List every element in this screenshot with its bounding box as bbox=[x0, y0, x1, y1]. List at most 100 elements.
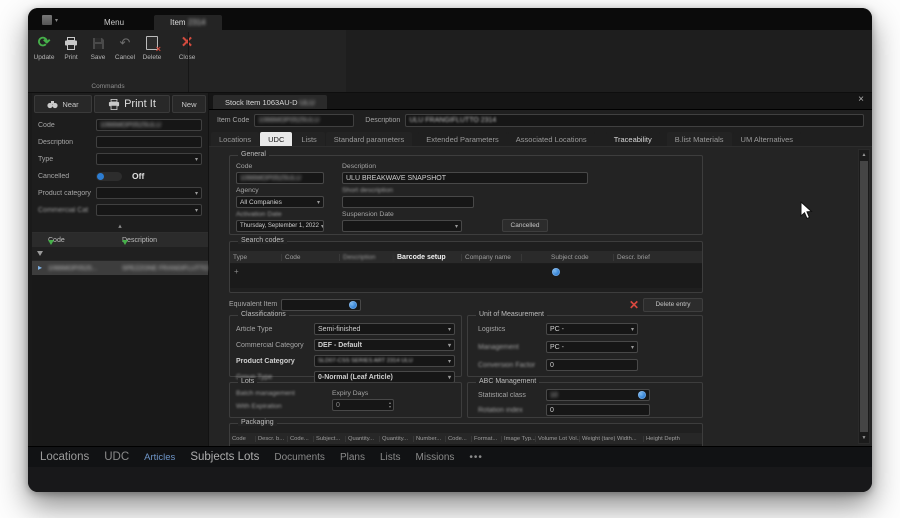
pk-col: Volume Lot Vol... bbox=[538, 435, 580, 442]
activation-date-select[interactable]: Thursday, September 1, 2022 ▾ bbox=[236, 220, 324, 232]
vertical-scrollbar[interactable]: ▲ ▼ bbox=[858, 149, 870, 444]
statistical-class-input[interactable]: 10 bbox=[546, 389, 650, 401]
commercial-category-label: Commercial Category bbox=[236, 341, 304, 349]
product-category-select[interactable]: SLD07-CSS SERIES ART 2314 ULU ▾ bbox=[314, 355, 455, 367]
nav-subjects-lots[interactable]: Subjects Lots bbox=[190, 451, 259, 463]
tab-um-alternatives[interactable]: UM Alternatives bbox=[732, 132, 802, 146]
chevron-down-icon: ▾ bbox=[630, 344, 634, 351]
delete-entry-label: Delete entry bbox=[655, 301, 691, 308]
detail-body: General Code 1066MOP0525ULU Description … bbox=[209, 147, 872, 446]
nav-udc[interactable]: UDC bbox=[104, 451, 129, 463]
row-code: 1066MOP0525... bbox=[48, 264, 98, 272]
packaging-row[interactable]: ▼ bbox=[230, 445, 702, 446]
commercial-category-select[interactable]: DEF - Default ▾ bbox=[314, 339, 455, 351]
app-menu-caret-icon[interactable]: ▾ bbox=[55, 17, 58, 24]
grid-header-code: Code bbox=[48, 236, 65, 244]
lots-abc-row: Lots Batch management With Expiration Ex… bbox=[229, 378, 703, 418]
description-input[interactable] bbox=[96, 136, 202, 148]
scroll-up-icon[interactable]: ▲ bbox=[859, 150, 869, 160]
logistics-select[interactable]: PC - ▾ bbox=[546, 323, 638, 335]
chevron-down-icon: ▾ bbox=[447, 326, 451, 333]
globe-icon[interactable] bbox=[552, 268, 560, 276]
app-menu-icon[interactable] bbox=[42, 15, 52, 25]
chevron-down-icon: ▾ bbox=[194, 156, 198, 163]
cancelled-toggle[interactable] bbox=[96, 171, 122, 181]
pk-col: Descr. b... bbox=[256, 435, 288, 442]
print-it-label: Print It bbox=[124, 98, 156, 110]
document-tab[interactable]: Stock Item 1063AU-D ULU bbox=[213, 95, 327, 109]
add-row-icon[interactable]: + bbox=[234, 267, 239, 276]
ribbon-tab-menu[interactable]: Menu bbox=[88, 15, 140, 30]
commercial-cat-select[interactable]: ▾ bbox=[96, 204, 202, 216]
cancelled-label: Cancelled bbox=[38, 172, 70, 180]
tab-locations[interactable]: Locations bbox=[211, 132, 260, 146]
nav-missions[interactable]: Missions bbox=[416, 452, 455, 463]
general-cancelled-checkbox[interactable]: Cancelled bbox=[502, 219, 548, 232]
suspension-date-select[interactable]: ▾ bbox=[342, 220, 462, 232]
tab-standard-parameters[interactable]: Standard parameters bbox=[325, 132, 413, 146]
code-label: Code bbox=[38, 121, 55, 129]
result-row[interactable]: ▸ 1066MOP0525... SPEZZONE FRANGIFLUTTO U… bbox=[32, 261, 208, 275]
results-grid-filter-row[interactable] bbox=[32, 239, 208, 262]
tab-lists[interactable]: Lists bbox=[293, 132, 325, 146]
agency-select[interactable]: All Companies ▾ bbox=[236, 196, 324, 208]
ribbon-tab-item-redacted: 2314 bbox=[187, 18, 206, 27]
col-barcode-setup: Barcode setup bbox=[394, 253, 462, 261]
nav-locations[interactable]: Locations bbox=[40, 451, 89, 463]
print-it-button[interactable]: Print It bbox=[94, 95, 170, 113]
nav-more-icon[interactable]: ••• bbox=[469, 452, 483, 463]
clear-equivalent-icon[interactable]: ✕ bbox=[629, 299, 639, 311]
management-label: Management bbox=[478, 343, 519, 351]
nav-lists[interactable]: Lists bbox=[380, 452, 401, 463]
nav-documents[interactable]: Documents bbox=[274, 452, 325, 463]
conversion-factor-input[interactable]: 0 bbox=[546, 359, 638, 371]
tab-extended-parameters[interactable]: Extended Parameters bbox=[418, 132, 507, 146]
document-close-icon[interactable]: × bbox=[858, 95, 864, 105]
nav-articles[interactable]: Articles bbox=[144, 452, 175, 463]
globe-icon[interactable] bbox=[638, 391, 646, 399]
equivalent-item-input[interactable] bbox=[281, 298, 362, 311]
general-description-value: ULU BREAKWAVE SNAPSHOT bbox=[346, 174, 446, 182]
code-input[interactable]: 1066MOP0525ULU bbox=[96, 119, 202, 131]
ribbon-tab-item[interactable]: Item 2314 bbox=[154, 15, 222, 30]
item-description-input[interactable]: ULU FRANGIFLUTTO 2314 bbox=[405, 113, 864, 127]
article-type-select[interactable]: Semi-finished ▾ bbox=[314, 323, 455, 335]
tab-udc[interactable]: UDC bbox=[260, 132, 293, 146]
expiry-days-value: 0 bbox=[336, 401, 340, 409]
stepper-arrows-icon[interactable]: ▴ ▾ bbox=[389, 401, 391, 409]
agency-label: Agency bbox=[236, 187, 259, 194]
with-expiration-label: With Expiration bbox=[236, 403, 282, 410]
tab-blist-materials[interactable]: B.list Materials bbox=[666, 132, 732, 146]
short-description-input[interactable] bbox=[342, 196, 474, 208]
scrollbar-thumb[interactable] bbox=[860, 161, 868, 432]
near-button[interactable]: Near bbox=[34, 95, 92, 113]
scroll-down-icon[interactable]: ▼ bbox=[859, 433, 869, 443]
col-descr-brief: Descr. brief bbox=[617, 253, 650, 261]
delete-entry-button[interactable]: Delete entry bbox=[643, 297, 703, 312]
article-type-label: Article Type bbox=[236, 325, 273, 333]
management-select[interactable]: PC - ▾ bbox=[546, 341, 638, 353]
product-category-select[interactable]: ▾ bbox=[96, 187, 202, 199]
cancelled-state: Off bbox=[132, 171, 145, 181]
type-label: Type bbox=[38, 155, 54, 163]
search-codes-empty-row[interactable]: + bbox=[230, 264, 702, 288]
nav-plans[interactable]: Plans bbox=[340, 452, 365, 463]
globe-icon[interactable] bbox=[349, 300, 358, 309]
tab-traceability[interactable]: Traceability bbox=[605, 132, 660, 146]
item-code-input[interactable]: 1066MOP0525ULU bbox=[254, 113, 355, 127]
type-select[interactable]: ▾ bbox=[96, 153, 202, 165]
general-code-input[interactable]: 1066MOP0525ULU bbox=[236, 172, 324, 184]
new-button[interactable]: New bbox=[172, 95, 206, 113]
rotation-index-input[interactable]: 0 bbox=[546, 404, 650, 416]
item-description-label: Description bbox=[365, 116, 401, 124]
general-description-input[interactable]: ULU BREAKWAVE SNAPSHOT bbox=[342, 172, 588, 184]
left-panel-toolbar: Near Print It New bbox=[34, 95, 206, 113]
tab-associated-locations[interactable]: Associated Locations bbox=[507, 132, 595, 146]
expiry-days-stepper[interactable]: 0 ▴ ▾ bbox=[332, 399, 394, 411]
collapse-panel-button[interactable]: ▴ bbox=[32, 221, 208, 232]
pk-col: Format... bbox=[472, 435, 502, 442]
chevron-down-icon: ▾ bbox=[447, 342, 451, 349]
pk-col: Code... bbox=[288, 435, 314, 442]
window-footer bbox=[28, 467, 872, 492]
pk-col: Quantity... bbox=[346, 435, 380, 442]
